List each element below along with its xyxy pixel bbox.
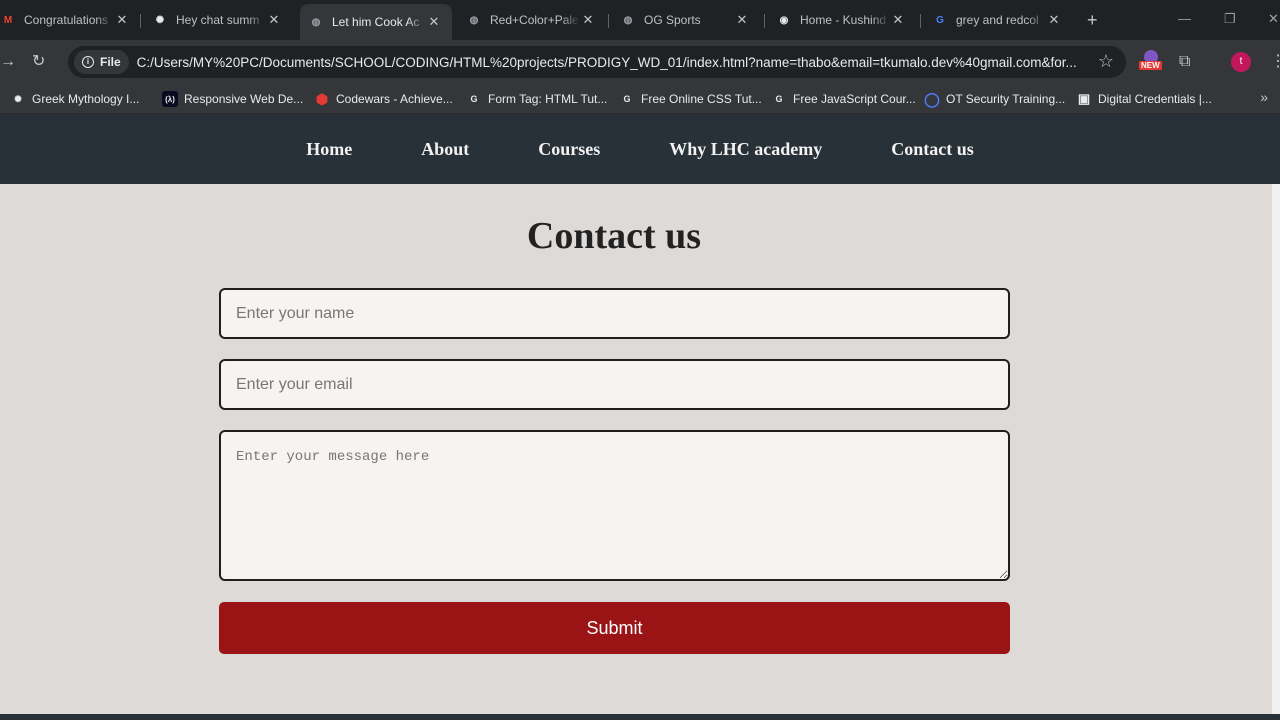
tab-separator	[764, 14, 765, 28]
browser-tab[interactable]: ◍ Red+Color+Pale ✕	[458, 6, 606, 34]
chatgpt-icon: ✺	[155, 14, 165, 26]
restore-icon[interactable]: ❐	[1224, 11, 1236, 27]
bookmark-label: Free JavaScript Cour...	[793, 92, 916, 106]
tab-title: grey and redcol	[956, 13, 1039, 27]
bookmark-item[interactable]: ▣ Digital Credentials |...	[1076, 90, 1212, 108]
bookmark-label: Greek Mythology I...	[32, 92, 140, 106]
close-tab-icon[interactable]: ✕	[890, 12, 906, 28]
reload-icon[interactable]: ↻	[32, 52, 45, 72]
google-icon: G	[936, 14, 944, 26]
globe-icon: ◍	[469, 14, 479, 26]
submit-button[interactable]: Submit	[219, 602, 1010, 654]
tab-separator	[608, 14, 609, 28]
nav-why-lhc-academy[interactable]: Why LHC academy	[669, 139, 822, 160]
tab-separator	[140, 14, 141, 28]
credential-icon: ▣	[1077, 91, 1091, 106]
browser-toolbar: → ↻ i File C:/Users/MY%20PC/Documents/SC…	[0, 40, 1280, 84]
email-input[interactable]	[219, 359, 1010, 410]
globe-icon: ◍	[623, 14, 633, 26]
bookmark-label: Responsive Web De...	[184, 92, 304, 106]
bookmark-label: Free Online CSS Tut...	[641, 92, 762, 106]
bookmark-star-icon[interactable]: ☆	[1098, 51, 1114, 72]
new-tab-icon[interactable]: +	[1087, 10, 1098, 30]
bookmark-item[interactable]: (λ) Responsive Web De...	[162, 90, 303, 108]
codewars-icon: ⬢	[315, 90, 329, 107]
menu-kebab-icon[interactable]: ⋮	[1270, 52, 1280, 72]
close-tab-icon[interactable]: ✕	[734, 12, 750, 28]
bookmark-label: Form Tag: HTML Tut...	[488, 92, 608, 106]
browser-tab-active[interactable]: ◍ Let him Cook Ac ✕	[300, 4, 452, 40]
tab-title: Home - Kushind	[800, 13, 887, 27]
tab-title: Congratulations	[24, 13, 109, 27]
tab-title: Red+Color+Pale	[490, 13, 579, 27]
bookmark-label: Codewars - Achieve...	[336, 92, 453, 106]
site-navbar: Home About Courses Why LHC academy Conta…	[0, 114, 1280, 184]
bookmark-item[interactable]: G Form Tag: HTML Tut...	[466, 90, 607, 108]
gmail-icon: M	[3, 14, 13, 26]
google-icon: G	[470, 94, 478, 104]
contact-heading: Contact us	[526, 215, 702, 257]
browser-tab[interactable]: ◉ Home - Kushind ✕	[768, 6, 916, 34]
minimize-icon[interactable]: —	[1178, 11, 1191, 26]
chatgpt-icon: ✺	[14, 93, 22, 104]
tab-title: OG Sports	[644, 13, 701, 27]
nav-courses[interactable]: Courses	[538, 139, 600, 160]
google-icon: G	[775, 94, 783, 104]
globe-icon: ◍	[311, 16, 321, 28]
browser-tab-strip: M Congratulations ✕ ✺ Hey chat summ ✕ ◍ …	[0, 0, 1280, 40]
freecodecamp-icon: (λ)	[162, 91, 178, 107]
bookmark-item[interactable]: G Free JavaScript Cour...	[771, 90, 916, 108]
forward-icon[interactable]: →	[0, 52, 16, 72]
close-tab-icon[interactable]: ✕	[114, 12, 130, 28]
bookmark-label: Digital Credentials |...	[1098, 92, 1212, 106]
site-info-label: File	[100, 55, 121, 69]
name-input[interactable]	[219, 288, 1010, 339]
site-info-chip[interactable]: i File	[74, 50, 129, 74]
browser-tab[interactable]: M Congratulations ✕	[0, 6, 140, 34]
url-text[interactable]: C:/Users/MY%20PC/Documents/SCHOOL/CODING…	[137, 55, 1087, 70]
bookmark-label: OT Security Training...	[946, 92, 1066, 106]
nav-home[interactable]: Home	[306, 139, 352, 160]
extension-new-icon[interactable]: NEW	[1139, 50, 1165, 74]
site-icon: ◉	[779, 14, 789, 26]
browser-tab[interactable]: ◍ OG Sports ✕	[612, 6, 760, 34]
tab-separator	[920, 14, 921, 28]
page-scrollbar[interactable]	[1272, 184, 1280, 714]
tab-title: Let him Cook Ac	[332, 15, 420, 29]
bookmark-item[interactable]: G Free Online CSS Tut...	[619, 90, 762, 108]
bookmark-item[interactable]: ✺ Greek Mythology I...	[10, 90, 139, 108]
close-window-icon[interactable]: ✕	[1268, 11, 1279, 27]
more-bookmarks-icon[interactable]: »	[1260, 89, 1268, 105]
new-badge: NEW	[1139, 61, 1162, 70]
bookmarks-bar: ✺ Greek Mythology I... (λ) Responsive We…	[0, 84, 1280, 114]
close-tab-icon[interactable]: ✕	[426, 14, 442, 30]
bookmark-item[interactable]: ⬢ Codewars - Achieve...	[314, 90, 453, 108]
nav-contact-us[interactable]: Contact us	[891, 139, 974, 160]
bookmark-item[interactable]: ◯ OT Security Training...	[924, 90, 1065, 108]
footer-edge	[0, 714, 1280, 720]
web-page: Home About Courses Why LHC academy Conta…	[0, 114, 1280, 720]
browser-tab[interactable]: G grey and redcol ✕	[924, 6, 1072, 34]
nav-about[interactable]: About	[421, 139, 469, 160]
google-icon: G	[623, 94, 631, 104]
close-tab-icon[interactable]: ✕	[580, 12, 596, 28]
extensions-puzzle-icon[interactable]: ⧉	[1179, 52, 1190, 72]
profile-avatar[interactable]: t	[1231, 52, 1251, 72]
browser-tab[interactable]: ✺ Hey chat summ ✕	[144, 6, 292, 34]
message-textarea[interactable]	[219, 430, 1010, 581]
close-tab-icon[interactable]: ✕	[1046, 12, 1062, 28]
close-tab-icon[interactable]: ✕	[266, 12, 282, 28]
info-icon: i	[82, 56, 94, 68]
address-bar[interactable]: i File C:/Users/MY%20PC/Documents/SCHOOL…	[68, 46, 1126, 78]
ring-icon: ◯	[924, 90, 940, 107]
tab-title: Hey chat summ	[176, 13, 260, 27]
